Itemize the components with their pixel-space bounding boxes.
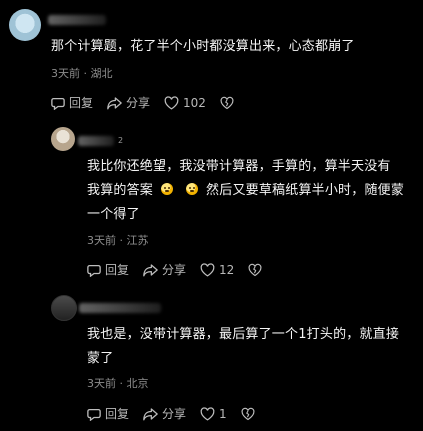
comment-actions: 回复 分享 102	[51, 94, 252, 111]
avatar[interactable]	[51, 295, 77, 321]
comment-meta: 3天前 · 江苏	[87, 232, 149, 248]
heart-icon	[164, 95, 179, 110]
comment-location: 江苏	[126, 234, 149, 247]
reply-label: 回复	[69, 96, 94, 110]
username-blurred[interactable]	[48, 15, 106, 25]
reply-label: 回复	[105, 407, 130, 421]
comment-1: 那个计算题，花了半个小时都没算出来，心态都崩了 3天前 · 湖北 回复 分享 1…	[0, 0, 423, 118]
reply-comment-2: 我也是，没带计算器，最后算了一个1打头的，就直接 蒙了 3天前 · 北京 回复 …	[0, 295, 423, 431]
dot-separator: ·	[83, 67, 88, 80]
dot-separator: ·	[119, 234, 124, 247]
dizzy-face-emoji	[161, 183, 174, 195]
heart-icon	[200, 262, 215, 277]
dislike-button[interactable]	[220, 96, 238, 110]
reply-button[interactable]: 回复	[87, 261, 129, 278]
comment-time: 3天前	[51, 67, 80, 80]
username-blurred[interactable]	[79, 303, 161, 313]
like-button[interactable]: 102	[164, 96, 206, 110]
dislike-button[interactable]	[248, 263, 266, 277]
comment-text-line-2: 蒙了	[87, 351, 114, 366]
comment-location: 北京	[126, 377, 149, 390]
like-button[interactable]: 12	[200, 263, 234, 277]
comment-text-line-3: 一个得了	[87, 207, 140, 222]
share-label: 分享	[126, 96, 151, 110]
share-label: 分享	[162, 263, 187, 277]
share-label: 分享	[162, 407, 187, 421]
avatar[interactable]	[9, 9, 41, 41]
comment-bubble-icon	[87, 408, 101, 421]
like-count: 1	[219, 406, 227, 421]
heart-icon	[200, 406, 215, 421]
comment-actions: 回复 分享 12	[87, 261, 280, 278]
comment-location: 湖北	[90, 67, 113, 80]
comment-text-line-1: 我也是，没带计算器，最后算了一个1打头的，就直接	[87, 327, 400, 342]
like-count: 12	[219, 262, 235, 277]
reply-button[interactable]: 回复	[87, 405, 129, 422]
comment-time: 3天前	[87, 377, 116, 390]
share-arrow-icon	[143, 407, 158, 420]
comment-meta: 3天前 · 湖北	[51, 65, 113, 81]
avatar[interactable]	[51, 127, 75, 151]
comment-bubble-icon	[51, 97, 65, 110]
comment-text-line-1: 我比你还绝望，我没带计算器，手算的，算半天没有	[87, 159, 391, 174]
comment-text-line-2: 我算的答案 然后又要草稿纸算半小时，随便蒙	[87, 179, 404, 203]
share-button[interactable]: 分享	[143, 405, 186, 422]
share-button[interactable]: 分享	[107, 94, 150, 111]
share-arrow-icon	[107, 96, 122, 109]
like-button[interactable]: 1	[200, 407, 227, 421]
share-button[interactable]: 分享	[143, 261, 186, 278]
dot-separator: ·	[119, 377, 124, 390]
share-arrow-icon	[143, 263, 158, 276]
username-blurred[interactable]	[78, 136, 114, 146]
broken-heart-icon	[241, 407, 255, 420]
text-segment: 我算的答案	[87, 183, 154, 198]
broken-heart-icon	[220, 96, 234, 109]
comment-meta: 3天前 · 北京	[87, 375, 149, 391]
text-segment: 然后又要草稿纸算半小时，随便蒙	[206, 183, 405, 198]
reply-button[interactable]: 回复	[51, 94, 93, 111]
dizzy-face-emoji	[185, 183, 198, 195]
comment-bubble-icon	[87, 264, 101, 277]
comment-time: 3天前	[87, 234, 116, 247]
comment-text: 那个计算题，花了半个小时都没算出来，心态都崩了	[51, 39, 355, 54]
user-badge: 2	[118, 136, 124, 145]
dislike-button[interactable]	[241, 407, 259, 421]
like-count: 102	[183, 95, 206, 110]
broken-heart-icon	[248, 263, 262, 276]
reply-label: 回复	[105, 263, 130, 277]
comment-actions: 回复 分享 1	[87, 405, 273, 422]
reply-comment-1: 2 我比你还绝望，我没带计算器，手算的，算半天没有 我算的答案 然后又要草稿纸算…	[0, 127, 423, 287]
